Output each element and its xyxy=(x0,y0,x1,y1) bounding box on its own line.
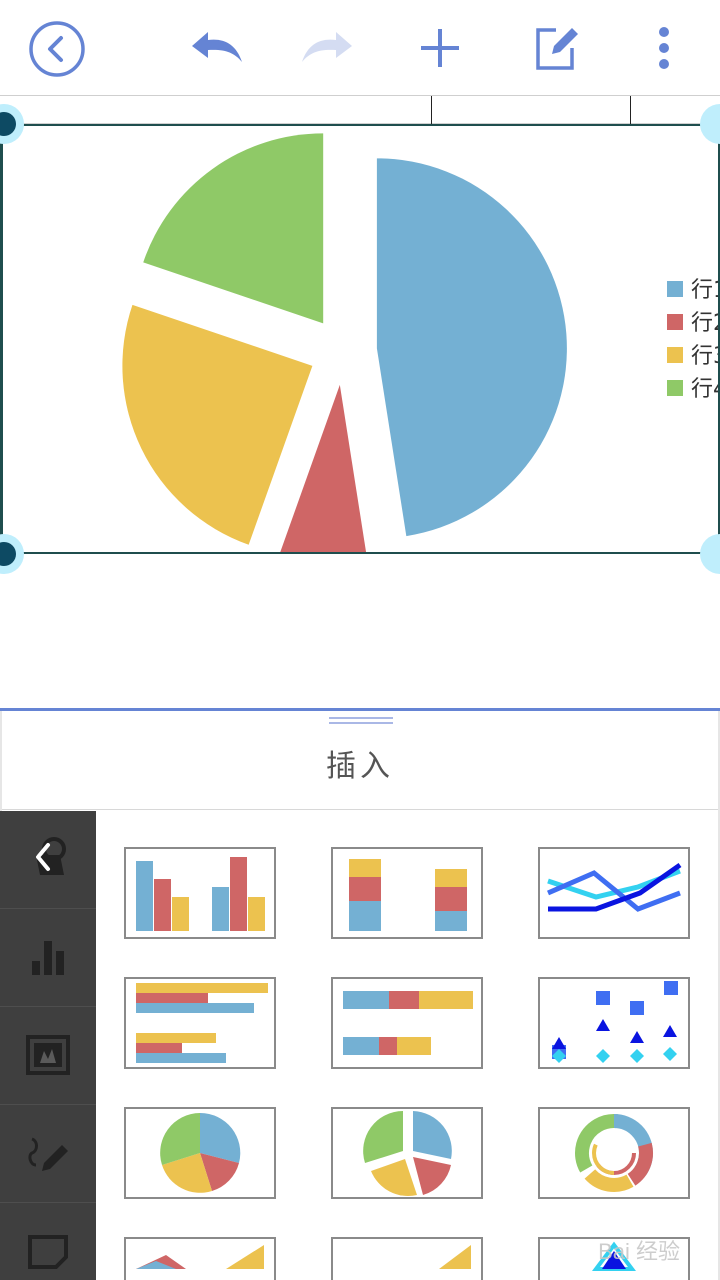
doughnut-chart-icon xyxy=(575,1114,654,1192)
edit-button[interactable] xyxy=(532,24,580,72)
panel-title: 插入 xyxy=(326,749,394,784)
legend-label: 行1 xyxy=(691,278,718,303)
legend-swatch xyxy=(667,380,683,396)
panel-divider xyxy=(0,809,720,810)
sidebar-item-chart[interactable] xyxy=(0,909,96,1007)
panel-drag-handle[interactable] xyxy=(329,717,393,725)
back-icon xyxy=(29,21,85,77)
legend-swatch xyxy=(667,281,683,297)
chart-object[interactable]: 行1 行2 行3 行4 xyxy=(0,124,720,575)
area-chart-icon xyxy=(136,1245,264,1269)
bar-chart-icon xyxy=(32,941,64,975)
column-divider xyxy=(431,96,432,124)
column-divider xyxy=(630,96,631,124)
legend-swatch xyxy=(667,314,683,330)
sidebar-item-image[interactable] xyxy=(0,1007,96,1105)
stacked-column-chart-icon xyxy=(349,859,467,931)
thumbnail-clustered-column[interactable] xyxy=(124,847,276,939)
more-vertical-icon xyxy=(659,27,669,69)
more-button[interactable] xyxy=(650,26,678,70)
sidebar-item-draw[interactable] xyxy=(0,1105,96,1203)
sidebar-item-note[interactable] xyxy=(0,1203,96,1280)
legend-label: 行3 xyxy=(691,344,718,369)
stacked-bar-chart-icon xyxy=(343,991,473,1055)
thumbnail-stacked-bar[interactable] xyxy=(331,977,483,1069)
image-icon xyxy=(26,1035,70,1075)
pie-chart-icon xyxy=(160,1112,241,1193)
plus-icon xyxy=(421,29,459,67)
undo-icon xyxy=(192,32,242,62)
pie-chart: 行1 行2 行3 行4 xyxy=(122,133,720,575)
spreadsheet-area[interactable]: 行1 行2 行3 行4 xyxy=(0,96,720,708)
thumbnail-clustered-bar[interactable] xyxy=(124,977,276,1069)
watermark-text: Bai 经验 xyxy=(598,1239,680,1264)
redo-button[interactable] xyxy=(300,26,356,66)
insert-panel: 插入 Bai 经验 xyxy=(0,708,720,1280)
chart-type-grid xyxy=(96,811,718,1280)
stacked-area-chart-icon xyxy=(439,1245,471,1269)
sheet-row xyxy=(0,96,720,124)
thumbnail-exploded-pie[interactable] xyxy=(331,1107,483,1199)
scatter-chart-icon xyxy=(552,981,678,1063)
clustered-column-chart-icon xyxy=(136,857,265,931)
collapse-back-icon xyxy=(36,837,66,875)
legend-label: 行2 xyxy=(691,311,718,336)
thumbnail-stacked-column[interactable] xyxy=(331,847,483,939)
pen-icon xyxy=(28,1137,68,1171)
legend-swatch xyxy=(667,347,683,363)
undo-button[interactable] xyxy=(188,26,244,66)
redo-icon xyxy=(302,32,352,62)
thumbnail-line[interactable] xyxy=(538,847,690,939)
app-screen: 行1 行2 行3 行4 插入 xyxy=(0,0,720,1280)
thumbnail-pie[interactable] xyxy=(124,1107,276,1199)
panel-border xyxy=(0,711,2,811)
thumbnail-scatter[interactable] xyxy=(538,977,690,1069)
thumbnail-area[interactable] xyxy=(124,1237,276,1280)
exploded-pie-chart-icon xyxy=(363,1111,452,1197)
legend-label: 行4 xyxy=(691,377,718,402)
pie-slice-3 xyxy=(122,304,313,545)
back-button[interactable] xyxy=(28,20,86,78)
clustered-bar-chart-icon xyxy=(136,983,268,1063)
edit-icon xyxy=(536,28,578,70)
thumbnail-stacked-area[interactable] xyxy=(331,1237,483,1280)
thumbnail-doughnut[interactable] xyxy=(538,1107,690,1199)
note-icon xyxy=(28,1235,68,1269)
pie-slice-1 xyxy=(376,158,567,537)
pie-slice-4 xyxy=(143,133,324,324)
insert-category-sidebar xyxy=(0,811,96,1280)
line-chart-icon xyxy=(547,862,682,912)
add-button[interactable] xyxy=(418,26,462,70)
sidebar-item-back[interactable] xyxy=(0,811,96,909)
top-toolbar xyxy=(0,0,720,96)
